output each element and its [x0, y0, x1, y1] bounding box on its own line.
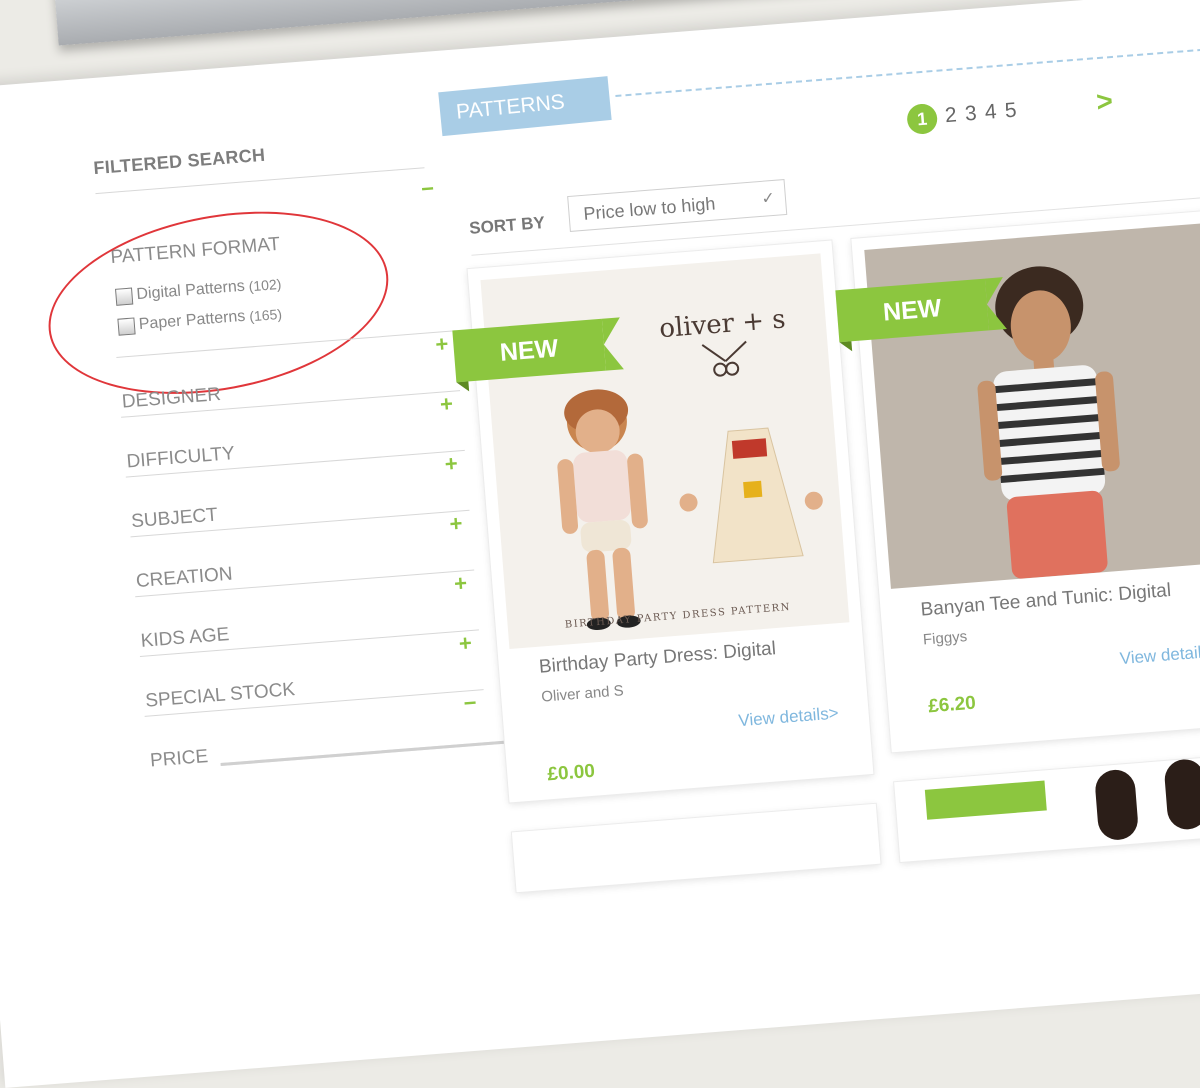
- designer-expand-toggle[interactable]: +: [434, 331, 449, 357]
- difficulty-expand-toggle[interactable]: +: [439, 391, 454, 417]
- product-photo: [977, 266, 1120, 579]
- view-details-link[interactable]: View details>: [738, 703, 840, 731]
- product-image[interactable]: [864, 223, 1200, 589]
- next-page-arrow-icon[interactable]: >: [1095, 85, 1114, 118]
- rotated-scene: FILTERED SEARCH − PATTERN FORMAT Digital…: [0, 0, 1200, 1088]
- product-image[interactable]: oliver + s BIRTHDAY PARTY DRESS PATTERN: [480, 253, 850, 650]
- product-title[interactable]: Banyan Tee and Tunic: Digital: [920, 580, 1172, 622]
- page-4-link[interactable]: 4: [984, 100, 998, 125]
- product-card[interactable]: oliver + s BIRTHDAY PARTY DRESS PATTERN …: [452, 240, 874, 803]
- product-card[interactable]: NEW Banyan Tee and Tunic: Digital Figgys…: [835, 210, 1200, 753]
- pattern-illustration: [557, 340, 823, 630]
- product-photo-partial: [1163, 757, 1200, 831]
- pattern-format-collapse-toggle[interactable]: −: [420, 176, 435, 202]
- creation-expand-toggle[interactable]: +: [449, 510, 464, 536]
- subject-expand-toggle[interactable]: +: [444, 451, 459, 477]
- new-badge-partial: [924, 780, 1047, 820]
- page-5-link[interactable]: 5: [1004, 99, 1018, 124]
- product-price: £6.20: [927, 692, 977, 718]
- view-details-link[interactable]: View details>: [1119, 641, 1200, 669]
- facet-price[interactable]: PRICE: [149, 746, 209, 772]
- kids-age-expand-toggle[interactable]: +: [453, 570, 468, 596]
- product-maker: Figgys: [922, 628, 968, 649]
- chevron-down-icon: ✓: [760, 189, 776, 208]
- page-3-link[interactable]: 3: [964, 102, 978, 127]
- product-maker: Oliver and S: [540, 682, 625, 706]
- page-2-link[interactable]: 2: [944, 103, 958, 128]
- product-title[interactable]: Birthday Party Dress: Digital: [538, 638, 777, 679]
- product-photo-partial: [1093, 768, 1140, 842]
- special-stock-expand-toggle[interactable]: +: [458, 630, 473, 656]
- product-price: £0.00: [546, 760, 596, 786]
- price-collapse-toggle[interactable]: −: [463, 690, 478, 716]
- sort-selected-value: Price low to high: [582, 193, 717, 224]
